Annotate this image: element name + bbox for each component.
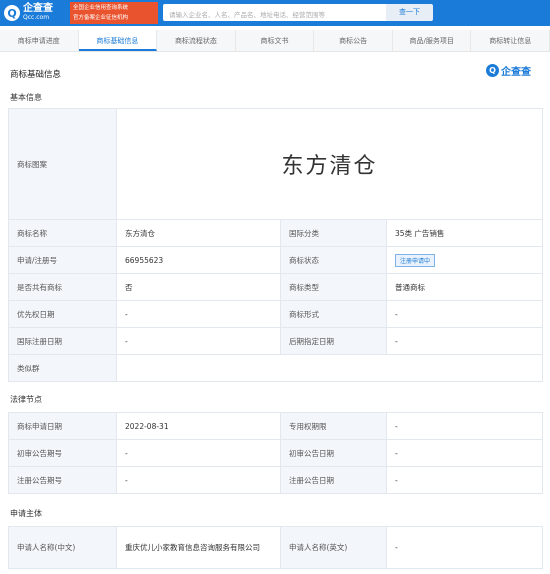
field-label: 注册公告日期 bbox=[280, 466, 387, 494]
field-value: - bbox=[116, 439, 281, 467]
search-button[interactable]: 查一下 bbox=[386, 4, 433, 21]
section-title-applicant: 申请主体 bbox=[10, 509, 42, 518]
status-cell: 注册申请中 bbox=[386, 246, 543, 274]
table-row: 是否共有商标 否 商标类型 普通商标 bbox=[8, 273, 543, 301]
logo-text: 企查查 bbox=[23, 3, 53, 14]
logo-icon: Q bbox=[4, 5, 20, 21]
field-value: - bbox=[386, 466, 543, 494]
brand-watermark: Q 企查查 bbox=[486, 63, 531, 78]
field-label: 专用权期限 bbox=[280, 412, 387, 440]
badge-line-2: 官方备案企业征信机构 bbox=[73, 15, 129, 21]
field-label: 后期指定日期 bbox=[280, 327, 387, 355]
field-value: - bbox=[386, 439, 543, 467]
field-label: 申请人名称(中文) bbox=[8, 526, 117, 569]
field-label: 商标名称 bbox=[8, 219, 117, 247]
applicant-name-link[interactable]: 重庆优儿小家教育信息咨询服务有限公司 bbox=[116, 526, 281, 569]
certification-badge[interactable]: 全国企业信用查询系统 官方备案企业征信机构 bbox=[70, 2, 158, 24]
table-row: 申请/注册号 66955623 商标状态 注册申请中 bbox=[8, 246, 543, 274]
section-title-basic: 基本信息 bbox=[10, 93, 42, 102]
search-input[interactable]: 请输入企业名、人名、产品名、地址电话、经营范围等 bbox=[163, 4, 386, 21]
field-label: 商标申请日期 bbox=[8, 412, 117, 440]
table-row: 商标申请日期 2022-08-31 专用权期限 - bbox=[8, 412, 543, 440]
page-title: 商标基础信息 bbox=[10, 70, 62, 80]
field-value: 66955623 bbox=[116, 246, 281, 274]
logo-subtext: Qcc.com bbox=[23, 14, 50, 21]
field-label: 注册公告期号 bbox=[8, 466, 117, 494]
field-label: 类似群 bbox=[8, 354, 117, 382]
table-row: 商标名称 东方清仓 国际分类 35类 广告销售 bbox=[8, 219, 543, 247]
field-value: - bbox=[386, 300, 543, 328]
badge-line-1: 全国企业信用查询系统 bbox=[73, 5, 129, 11]
field-value: 35类 广告销售 bbox=[386, 219, 543, 247]
top-header: Q 企查查 Qcc.com 全国企业信用查询系统 官方备案企业征信机构 请输入企… bbox=[0, 0, 550, 26]
section-title-legal: 法律节点 bbox=[10, 395, 42, 404]
field-label: 国际注册日期 bbox=[8, 327, 117, 355]
field-value: - bbox=[116, 327, 281, 355]
field-value bbox=[116, 354, 543, 382]
legal-nodes-table: 商标申请日期 2022-08-31 专用权期限 - 初审公告期号 - 初审公告日… bbox=[8, 412, 543, 494]
field-value: - bbox=[116, 466, 281, 494]
table-row: 注册公告期号 - 注册公告日期 - bbox=[8, 466, 543, 494]
field-value: 东方清仓 bbox=[116, 219, 281, 247]
field-value: - bbox=[116, 300, 281, 328]
table-row: 商标图案 东方清仓 bbox=[8, 108, 543, 220]
tab-bar: 商标申请进度 商标基础信息 商标流程状态 商标文书 商标公告 商品/服务项目 商… bbox=[0, 30, 550, 52]
applicant-table: 申请人名称(中文) 重庆优儿小家教育信息咨询服务有限公司 申请人名称(英文) - bbox=[8, 526, 543, 569]
basic-info-table: 商标图案 东方清仓 商标名称 东方清仓 国际分类 35类 广告销售 申请/注册号… bbox=[8, 108, 543, 382]
tab-goods-services[interactable]: 商品/服务项目 bbox=[393, 30, 472, 51]
tab-transfer-info[interactable]: 商标转让信息 bbox=[471, 30, 550, 51]
trademark-image: 东方清仓 bbox=[116, 108, 543, 220]
tab-announcements[interactable]: 商标公告 bbox=[314, 30, 393, 51]
brand-text: 企查查 bbox=[501, 67, 531, 78]
table-row: 优先权日期 - 商标形式 - bbox=[8, 300, 543, 328]
field-label: 初审公告日期 bbox=[280, 439, 387, 467]
site-logo[interactable]: Q 企查查 Qcc.com bbox=[4, 3, 66, 23]
tab-application-progress[interactable]: 商标申请进度 bbox=[0, 30, 79, 51]
field-label: 商标图案 bbox=[8, 108, 117, 220]
qcc-logo-icon: Q bbox=[486, 64, 499, 77]
tab-basic-info[interactable]: 商标基础信息 bbox=[78, 30, 158, 51]
tab-documents[interactable]: 商标文书 bbox=[236, 30, 315, 51]
field-value: 2022-08-31 bbox=[116, 412, 281, 440]
field-value: - bbox=[386, 526, 543, 569]
field-label: 商标类型 bbox=[280, 273, 387, 301]
field-label: 申请/注册号 bbox=[8, 246, 117, 274]
table-row: 申请人名称(中文) 重庆优儿小家教育信息咨询服务有限公司 申请人名称(英文) - bbox=[8, 526, 543, 569]
field-label: 是否共有商标 bbox=[8, 273, 117, 301]
field-label: 申请人名称(英文) bbox=[280, 526, 387, 569]
field-value: 否 bbox=[116, 273, 281, 301]
field-value: - bbox=[386, 327, 543, 355]
table-row: 类似群 bbox=[8, 354, 543, 382]
field-label: 商标状态 bbox=[280, 246, 387, 274]
table-row: 初审公告期号 - 初审公告日期 - bbox=[8, 439, 543, 467]
field-label: 国际分类 bbox=[280, 219, 387, 247]
field-label: 优先权日期 bbox=[8, 300, 117, 328]
field-label: 商标形式 bbox=[280, 300, 387, 328]
field-value: - bbox=[386, 412, 543, 440]
field-label: 初审公告期号 bbox=[8, 439, 117, 467]
table-row: 国际注册日期 - 后期指定日期 - bbox=[8, 327, 543, 355]
field-value: 普通商标 bbox=[386, 273, 543, 301]
tab-process-status[interactable]: 商标流程状态 bbox=[157, 30, 236, 51]
status-badge: 注册申请中 bbox=[395, 253, 436, 267]
